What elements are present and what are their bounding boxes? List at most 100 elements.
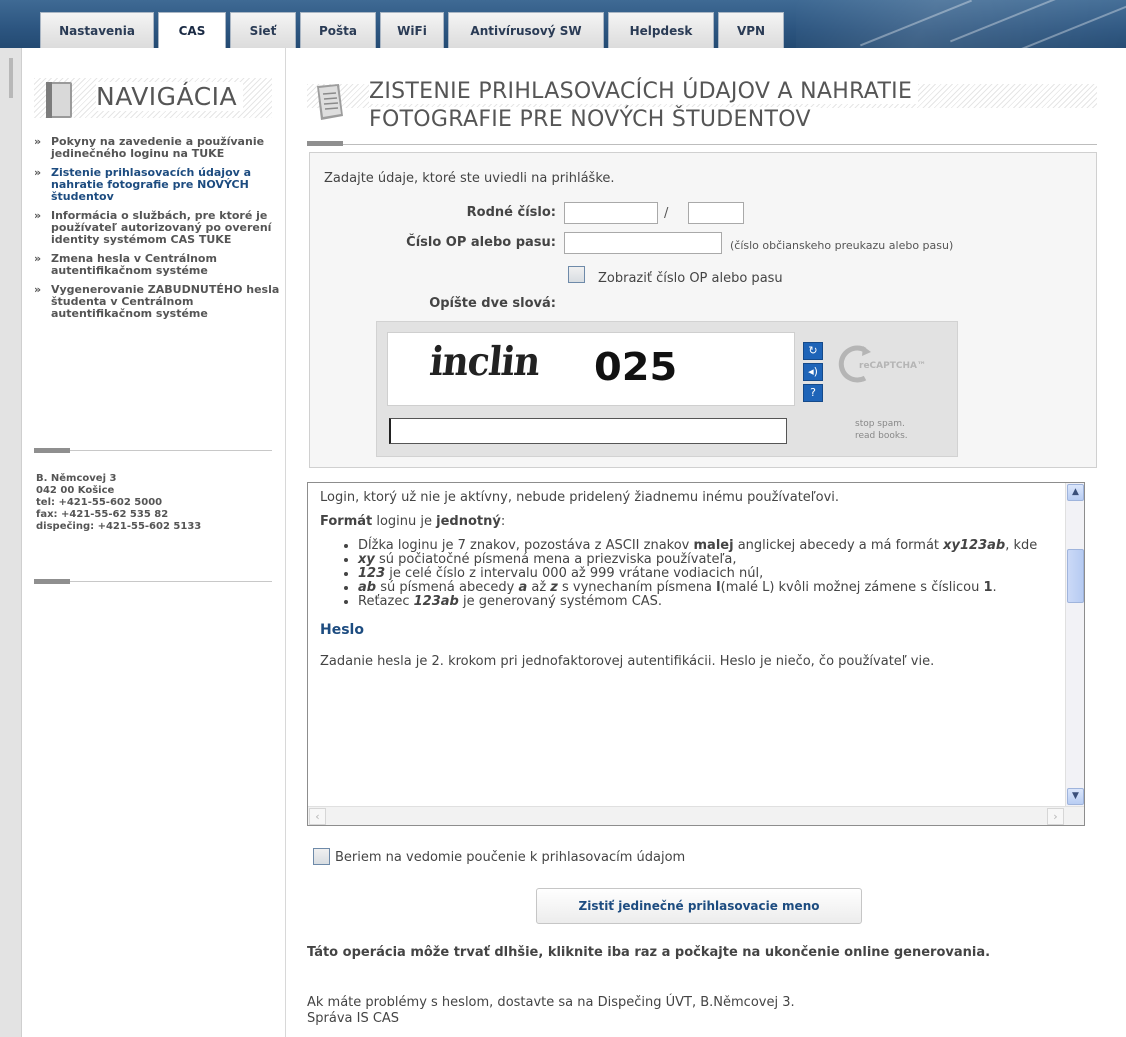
rule-bold: 1 (983, 580, 993, 595)
rule-text: je generovaný systémom CAS. (458, 594, 663, 609)
scroll-up-icon[interactable]: ▲ (1067, 484, 1084, 501)
header-underline (307, 141, 1097, 146)
format-suffix: : (500, 514, 506, 529)
rule-code: ab (358, 580, 377, 595)
refresh-icon[interactable]: ↻ (803, 342, 823, 360)
terms-content: Login, ktorý už nie je aktívny, nebude p… (320, 491, 1045, 679)
tab-posta[interactable]: Pošta (300, 12, 376, 48)
birth-number-label: Rodné číslo: (466, 205, 556, 220)
document-icon (317, 84, 343, 120)
rule-code: z (550, 580, 558, 595)
address-dispatch: dispečing: +421-55-602 5133 (36, 521, 202, 532)
tab-wifi[interactable]: WiFi (380, 12, 444, 48)
help-icon[interactable]: ? (803, 384, 823, 402)
sidebar-item-forgotten-password[interactable]: » Vygenerovanie ZABUDNUTÉHO hesla študent… (34, 284, 282, 320)
rule-bold: malej (693, 538, 734, 553)
address-tel: tel: +421-55-602 5000 (36, 497, 163, 508)
show-id-checkbox[interactable] (568, 266, 585, 283)
tab-helpdesk[interactable]: Helpdesk (608, 12, 714, 48)
sidebar-item-login-instructions[interactable]: » Pokyny na zavedenie a používanie jedine… (34, 136, 282, 160)
header-decoration-line (1019, 3, 1126, 48)
tab-vpn[interactable]: VPN (718, 12, 784, 48)
captcha-response-input[interactable] (389, 418, 787, 444)
rule-text: Dĺžka loginu je 7 znakov, pozostáva z AS… (358, 538, 694, 553)
terms-scrollbox[interactable]: Login, ktorý už nie je aktívny, nebude p… (307, 482, 1085, 826)
tab-siet[interactable]: Sieť (230, 12, 296, 48)
header-decoration (796, 0, 1126, 48)
show-id-label: Zobraziť číslo OP alebo pasu (598, 271, 783, 286)
address-city: 042 00 Košice (36, 485, 115, 496)
recaptcha-logo: reCAPTCHA™ (838, 345, 926, 383)
sidebar: NAVIGÁCIA » Pokyny na zavedenie a používa… (22, 48, 286, 1037)
scroll-down-icon[interactable]: ▼ (1067, 788, 1084, 805)
rule-text: . (992, 580, 997, 595)
id-number-input[interactable] (564, 232, 722, 254)
form-intro: Zadajte údaje, ktoré ste uviedli na prih… (324, 171, 615, 186)
contact-address: B. Němcovej 3 042 00 Košice tel: +421-55… (36, 473, 284, 533)
recaptcha-widget: inclin 025 ↻ ◂) ? reCAPTCHA™ stop spam. … (376, 321, 958, 457)
format-rules: Dĺžka loginu je 7 znakov, pozostáva z AS… (320, 539, 1045, 609)
captcha-image: inclin 025 (387, 332, 795, 406)
acknowledge-checkbox[interactable] (313, 848, 330, 865)
captcha-label: Opíšte dve slová: (429, 296, 556, 311)
acknowledge-label: Beriem na vedomie poučenie k prihlasovac… (335, 850, 686, 865)
format-middle: loginu je (372, 514, 437, 529)
tab-cas[interactable]: CAS (158, 12, 226, 48)
rule-text: sú počiatočné písmená mena a priezviska … (374, 552, 737, 567)
scroll-right-icon[interactable]: › (1047, 808, 1064, 825)
rule-text: anglickej abecedy a má formát (733, 538, 944, 553)
rule-code: xy (358, 552, 375, 567)
tab-nastavenia[interactable]: Nastavenia (40, 12, 154, 48)
list-item: Reťazec 123ab je generovaný systémom CAS… (358, 595, 1045, 609)
recaptcha-brand: reCAPTCHA™ (859, 361, 926, 371)
navigation-list: » Pokyny na zavedenie a používanie jedine… (34, 136, 282, 327)
tab-antivirus[interactable]: Antivírusový SW (448, 12, 604, 48)
vertical-scrollbar[interactable]: ▲ ▼ (1065, 483, 1084, 807)
sidebar-item-label: Pokyny na zavedenie a používanie jedineč… (51, 135, 265, 160)
heslo-heading: Heslo (320, 622, 364, 638)
birth-number-second-input[interactable] (688, 202, 744, 224)
rule-text: s vynechaním písmena (557, 580, 717, 595)
main-content: ZISTENIE PRIHLASOVACÍCH ÚDAJOV A NAHRATI… (287, 48, 1126, 1037)
sidebar-divider (34, 579, 272, 584)
terms-format: Formát loginu je jednotný: (320, 515, 1045, 529)
sidebar-divider (34, 448, 272, 453)
sidebar-item-label: Vygenerovanie ZABUDNUTÉHO hesla študenta… (51, 283, 280, 320)
birth-number-separator: / (664, 206, 669, 221)
sidebar-item-password-change[interactable]: » Zmena hesla v Centrálnom autentifikačno… (34, 253, 282, 277)
recaptcha-tagline-1: stop spam. (855, 419, 905, 429)
rule-text: je celé číslo z intervalu 000 až 999 vrá… (385, 566, 764, 581)
navigation-title: NAVIGÁCIA (96, 82, 244, 111)
rule-code: 123 (358, 566, 386, 581)
scroll-left-icon[interactable]: ‹ (309, 808, 326, 825)
address-fax: fax: +421-55-62 535 82 (36, 509, 169, 520)
chevron-right-icon: » (34, 252, 42, 265)
page-title-line2: FOTOGRAFIE PRE NOVÝCH ŠTUDENTOV (369, 107, 817, 132)
rule-text: sú písmená abecedy (376, 580, 519, 595)
find-login-button[interactable]: Zistiť jedinečné prihlasovacie meno (536, 888, 862, 924)
page-header: ZISTENIE PRIHLASOVACÍCH ÚDAJOV A NAHRATI… (307, 78, 1097, 146)
id-number-label: Číslo OP alebo pasu: (406, 235, 556, 250)
rule-text: až (527, 580, 551, 595)
chevron-right-icon: » (34, 209, 42, 222)
recaptcha-tagline-2: read books. (855, 431, 908, 441)
horizontal-scrollbar[interactable]: ‹ › (308, 806, 1084, 825)
navigation-heading: NAVIGÁCIA (34, 78, 272, 118)
heslo-text: Zadanie hesla je 2. krokom pri jednofakt… (320, 654, 935, 669)
scrollbar-thumb[interactable] (1067, 549, 1084, 603)
page-title: ZISTENIE PRIHLASOVACÍCH ÚDAJOV A NAHRATI… (369, 78, 1069, 134)
sidebar-item-new-students[interactable]: » Zistenie prihlasovacích údajov a nahrat… (34, 167, 282, 203)
login-lookup-form: Zadajte údaje, ktoré ste uviedli na prih… (309, 152, 1097, 468)
list-item: ab sú písmená abecedy a až z s vynechaní… (358, 581, 1045, 595)
format-keyword: Formát (320, 514, 373, 529)
help-signature: Správa IS CAS (307, 1011, 400, 1026)
main-tabs: Nastavenia CAS Sieť Pošta WiFi Antivírus… (40, 12, 788, 48)
address-street: B. Němcovej 3 (36, 473, 117, 484)
captcha-word-2: 025 (594, 345, 678, 389)
format-bold: jednotný (436, 514, 501, 529)
audio-icon[interactable]: ◂) (803, 363, 823, 381)
rule-code: a (518, 580, 528, 595)
birth-number-first-input[interactable] (564, 202, 658, 224)
sidebar-item-label: Informácia o službách, pre ktoré je použ… (51, 209, 272, 246)
sidebar-item-services-info[interactable]: » Informácia o službách, pre ktoré je pou… (34, 210, 282, 246)
